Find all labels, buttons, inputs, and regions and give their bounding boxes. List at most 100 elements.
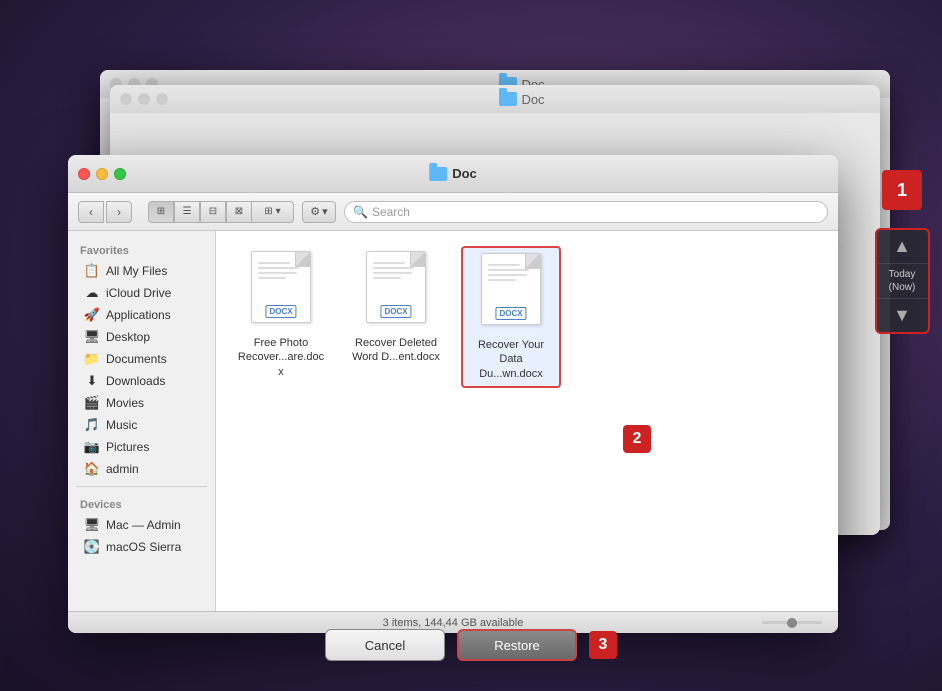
badge-2-container: 2 [623, 425, 651, 453]
doc-badge-3: DOCX [495, 307, 526, 320]
coverflow-view-button[interactable]: ⊠ [226, 201, 252, 223]
sidebar-item-label: Movies [106, 396, 144, 410]
sidebar-divider [76, 486, 207, 487]
doc-line [488, 279, 516, 281]
nav-buttons: ‹ › [78, 201, 132, 223]
doc-badge-2: DOCX [380, 305, 411, 318]
folder-icon [429, 167, 447, 181]
stack-dot [120, 93, 132, 105]
sidebar-item-label: Applications [106, 308, 171, 322]
fullscreen-button[interactable] [114, 168, 126, 180]
status-text: 3 items, 144,44 GB available [383, 617, 524, 629]
doc-line [488, 264, 520, 266]
sidebar: Favorites 📋 All My Files ☁ iCloud Drive … [68, 231, 216, 611]
finder-window: Doc ‹ › ⊞ ☰ ⊟ ⊠ ⊞ ▾ ⚙ ▾ 🔍 Search Favorit… [68, 155, 838, 633]
sidebar-item-admin[interactable]: 🏠 admin [72, 458, 211, 480]
slider-track [762, 621, 822, 624]
step-badge-3: 3 [589, 631, 617, 659]
window-title: Doc [452, 166, 477, 181]
sidebar-item-music[interactable]: 🎵 Music [72, 414, 211, 436]
doc-page-3: DOCX [481, 253, 541, 325]
back-button[interactable]: ‹ [78, 201, 104, 223]
restore-button[interactable]: Restore [457, 629, 577, 661]
view-buttons: ⊞ ☰ ⊟ ⊠ ⊞ ▾ [148, 201, 294, 223]
file-item-3[interactable]: DOCX Recover Your Data Du...wn.docx [461, 246, 561, 388]
doc-line [258, 272, 297, 274]
stack-title-2: Doc [174, 92, 870, 107]
traffic-lights [78, 168, 126, 180]
pictures-icon: 📷 [84, 439, 100, 455]
doc-badge-1: DOCX [265, 305, 296, 318]
doc-line [373, 267, 414, 269]
icloud-icon: ☁ [84, 285, 100, 301]
doc-line [373, 262, 405, 264]
all-my-files-icon: 📋 [84, 263, 100, 279]
action-button[interactable]: ⚙ ▾ [302, 201, 336, 223]
applications-icon: 🚀 [84, 307, 100, 323]
doc-line [488, 274, 527, 276]
sidebar-item-mac-admin[interactable]: 🖥 Mac — Admin [72, 514, 211, 536]
time-machine-panel: 1 ▲ Today (Now) ▼ [872, 170, 932, 334]
doc-lines [252, 258, 310, 283]
forward-button[interactable]: › [106, 201, 132, 223]
favorites-section-label: Favorites [68, 239, 215, 260]
stack-dot [138, 93, 150, 105]
gear-icon: ⚙ [310, 205, 320, 218]
content-area: Favorites 📋 All My Files ☁ iCloud Drive … [68, 231, 838, 611]
disk-icon: 💽 [84, 539, 100, 555]
file-grid: DOCX Free Photo Recover...are.docx [216, 231, 838, 611]
sidebar-item-documents[interactable]: 📁 Documents [72, 348, 211, 370]
sidebar-item-desktop[interactable]: 🖥 Desktop [72, 326, 211, 348]
time-back-button[interactable]: ▲ [877, 230, 928, 264]
sidebar-item-label: admin [106, 462, 139, 476]
home-icon: 🏠 [84, 461, 100, 477]
sidebar-item-applications[interactable]: 🚀 Applications [72, 304, 211, 326]
movies-icon: 🎬 [84, 395, 100, 411]
devices-section-label: Devices [68, 493, 215, 514]
file-icon-1: DOCX [245, 251, 317, 331]
doc-line [258, 277, 286, 279]
sidebar-item-downloads[interactable]: ⬇ Downloads [72, 370, 211, 392]
search-box[interactable]: 🔍 Search [344, 201, 828, 223]
search-icon: 🔍 [353, 205, 368, 219]
sidebar-item-label: Documents [106, 352, 167, 366]
list-view-button[interactable]: ☰ [174, 201, 200, 223]
file-name-3: Recover Your Data Du...wn.docx [468, 338, 554, 381]
doc-line [258, 267, 299, 269]
sidebar-item-pictures[interactable]: 📷 Pictures [72, 436, 211, 458]
view-options-button[interactable]: ⊞ ▾ [252, 201, 294, 223]
slider-thumb [787, 618, 797, 628]
sidebar-item-movies[interactable]: 🎬 Movies [72, 392, 211, 414]
file-item-1[interactable]: DOCX Free Photo Recover...are.docx [231, 246, 331, 388]
desktop-icon: 🖥 [84, 329, 100, 345]
sidebar-item-label: Pictures [106, 440, 149, 454]
sidebar-item-label: All My Files [106, 264, 167, 278]
file-name-2: Recover Deleted Word D...ent.docx [351, 336, 441, 365]
window-title-area: Doc [429, 166, 477, 181]
music-icon: 🎵 [84, 417, 100, 433]
close-button[interactable] [78, 168, 90, 180]
file-icon-2: DOCX [360, 251, 432, 331]
icon-view-button[interactable]: ⊞ [148, 201, 174, 223]
doc-line [373, 277, 401, 279]
folder-icon [499, 92, 517, 106]
sidebar-item-label: iCloud Drive [106, 286, 171, 300]
sidebar-item-all-my-files[interactable]: 📋 All My Files [72, 260, 211, 282]
toolbar: ‹ › ⊞ ☰ ⊟ ⊠ ⊞ ▾ ⚙ ▾ 🔍 Search [68, 193, 838, 231]
sidebar-item-macos-sierra[interactable]: 💽 macOS Sierra [72, 536, 211, 558]
column-view-button[interactable]: ⊟ [200, 201, 226, 223]
time-forward-button[interactable]: ▼ [877, 298, 928, 332]
minimize-button[interactable] [96, 168, 108, 180]
doc-page-1: DOCX [251, 251, 311, 323]
size-slider[interactable] [762, 621, 822, 624]
sidebar-item-label: macOS Sierra [106, 540, 181, 554]
sidebar-item-icloud-drive[interactable]: ☁ iCloud Drive [72, 282, 211, 304]
file-icon-3: DOCX [475, 253, 547, 333]
doc-page-2: DOCX [366, 251, 426, 323]
titlebar: Doc [68, 155, 838, 193]
file-item-2[interactable]: DOCX Recover Deleted Word D...ent.docx [346, 246, 446, 388]
file-name-1: Free Photo Recover...are.docx [236, 336, 326, 379]
mac-icon: 🖥 [84, 517, 100, 533]
doc-line [488, 269, 529, 271]
cancel-button[interactable]: Cancel [325, 629, 445, 661]
